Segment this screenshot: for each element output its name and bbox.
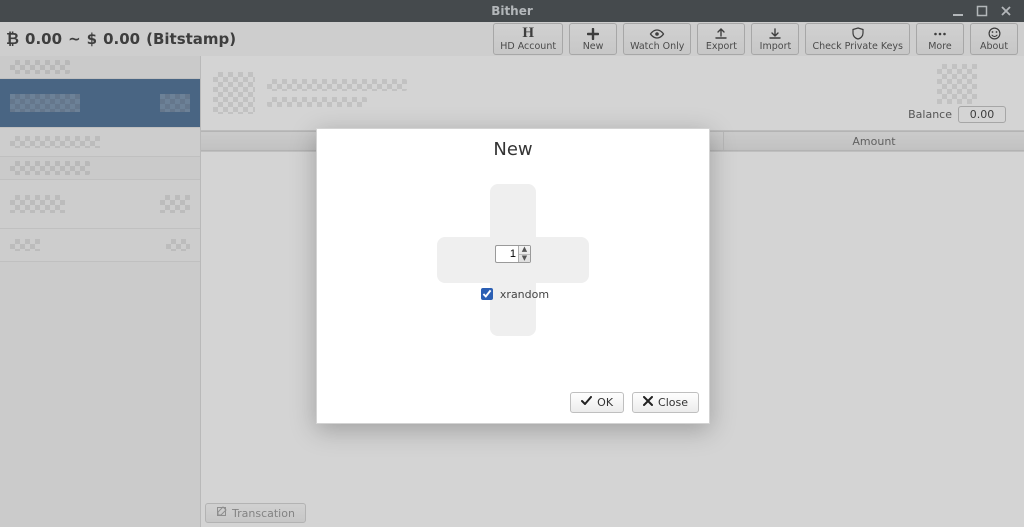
xrandom-row[interactable]: xrandom: [477, 285, 549, 303]
check-icon: [581, 396, 592, 409]
dialog-footer: OK Close: [317, 384, 709, 423]
xrandom-label: xrandom: [500, 288, 549, 301]
dialog-controls: ▲ ▼ xrandom: [477, 245, 549, 303]
new-dialog: New ▲ ▼ xrandom OK: [316, 128, 710, 424]
stepper-buttons: ▲ ▼: [518, 246, 530, 262]
close-button[interactable]: Close: [632, 392, 699, 413]
close-icon: [643, 396, 653, 409]
ok-label: OK: [597, 396, 613, 409]
close-label: Close: [658, 396, 688, 409]
count-input[interactable]: [496, 246, 518, 262]
count-stepper[interactable]: ▲ ▼: [495, 245, 531, 263]
dialog-body: ▲ ▼ xrandom: [317, 164, 709, 384]
ok-button[interactable]: OK: [570, 392, 624, 413]
xrandom-checkbox[interactable]: [481, 288, 493, 300]
stepper-down-icon[interactable]: ▼: [519, 255, 530, 263]
dialog-title: New: [317, 129, 709, 164]
